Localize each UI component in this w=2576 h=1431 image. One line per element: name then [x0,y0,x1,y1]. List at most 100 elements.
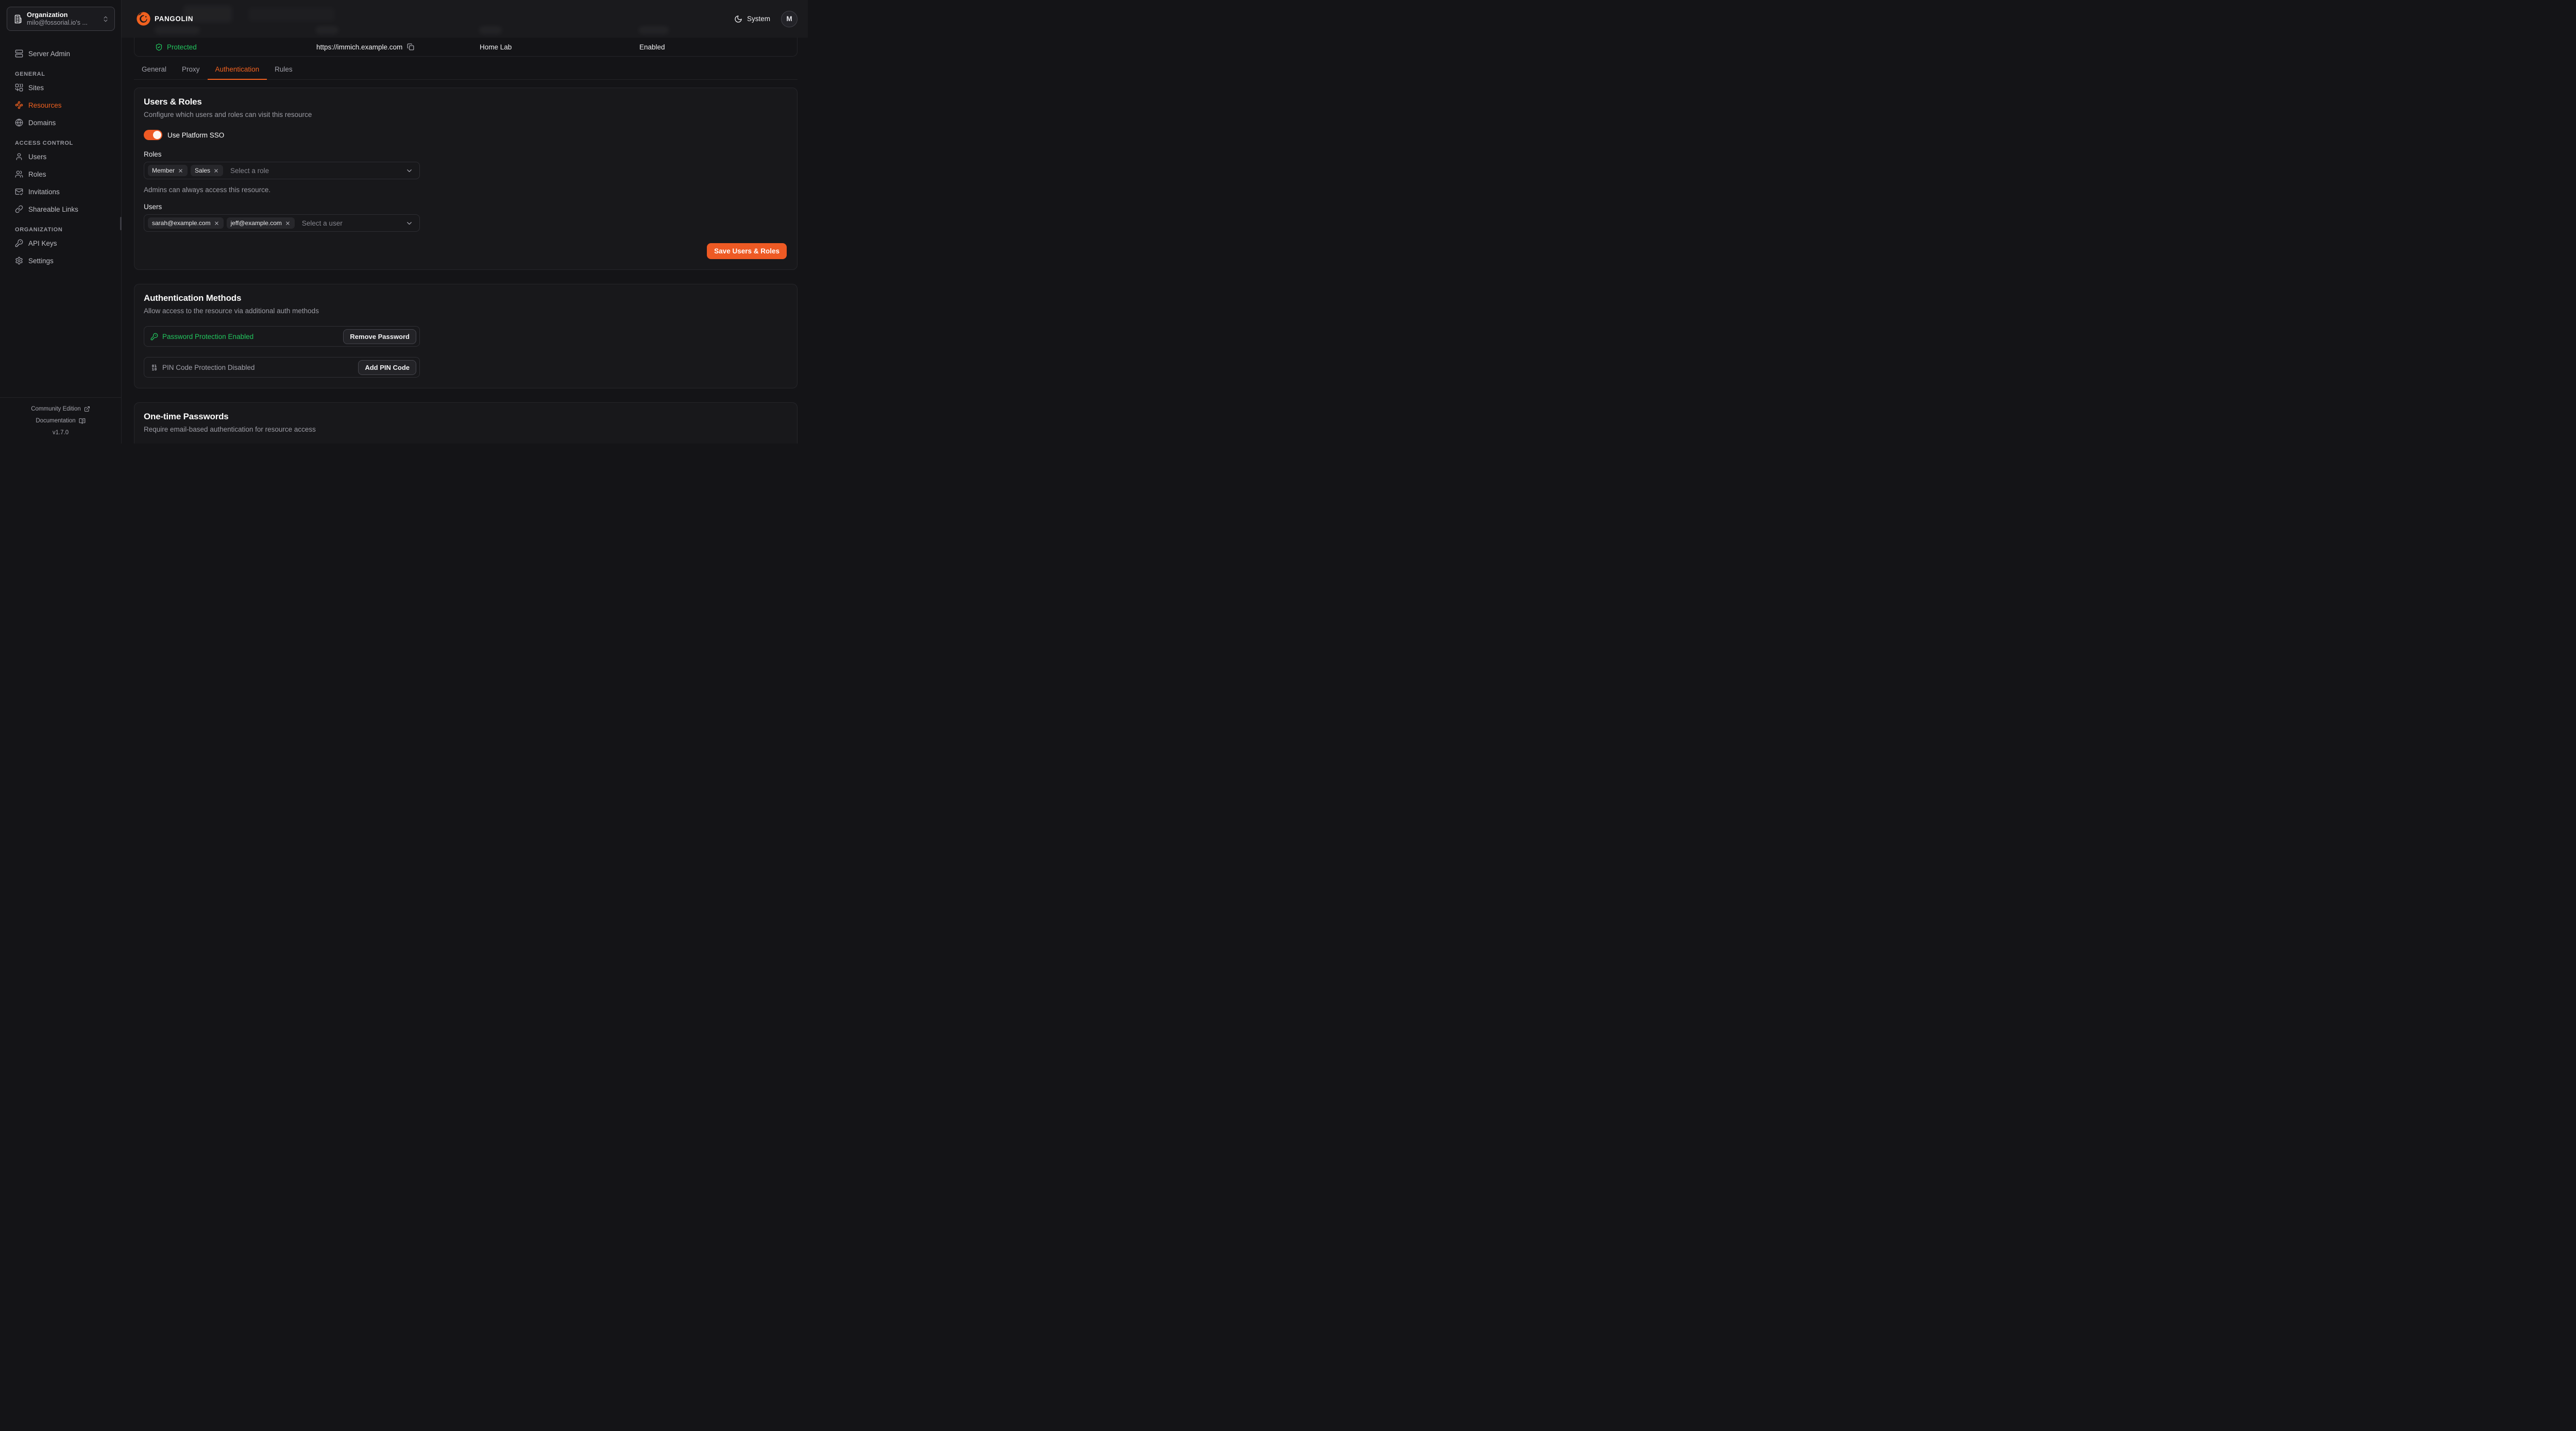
roles-multiselect[interactable]: Member Sales Select a role [144,162,420,179]
sidebar-item-server-admin[interactable]: Server Admin [7,45,114,62]
sso-toggle-label: Use Platform SSO [167,131,224,139]
sidebar-item-settings[interactable]: Settings [7,252,114,269]
link-icon [15,205,23,213]
sidebar-item-api-keys[interactable]: API Keys [7,234,114,252]
book-open-icon [79,418,86,424]
tab-content: Users & Roles Configure which users and … [122,80,808,444]
org-switcher-text: Organization milo@fossorial.io's ... [27,11,97,27]
sidebar-section-general: GENERAL [7,70,114,79]
sidebar-item-label: Domains [28,119,56,127]
platform-sso-toggle[interactable] [144,130,162,140]
tab-general[interactable]: General [134,57,174,80]
server-icon [15,49,23,58]
theme-toggle-button[interactable]: System [734,15,770,23]
external-link-icon [84,406,90,412]
card-title: Authentication Methods [144,293,787,303]
add-pin-code-button[interactable]: Add PIN Code [358,360,416,375]
binary-icon [150,364,158,371]
save-users-roles-button[interactable]: Save Users & Roles [707,243,787,259]
password-status-text: Password Protection Enabled [162,333,253,340]
resource-protection-status: Protected [134,38,296,56]
remove-password-button[interactable]: Remove Password [343,329,416,344]
tab-authentication[interactable]: Authentication [208,57,267,80]
documentation-label: Documentation [36,415,75,427]
resource-site: Home Lab [459,38,619,56]
shield-check-icon [155,43,163,51]
redacted-label-blur [639,27,669,33]
sidebar-nav: Server Admin GENERAL Sites Resources Dom… [0,38,121,397]
remove-chip-icon[interactable] [214,220,219,226]
pin-protection-row: PIN Code Protection Disabled Add PIN Cod… [144,357,420,378]
sidebar-item-domains[interactable]: Domains [7,114,114,131]
combine-icon [15,83,23,92]
user-chip: jeff@example.com [227,217,295,229]
card-title: Users & Roles [144,97,787,107]
chevron-down-icon [405,167,413,175]
users-roles-card: Users & Roles Configure which users and … [134,88,798,270]
sidebar-item-users[interactable]: Users [7,148,114,165]
avatar-initial: M [786,15,792,23]
protection-status-text: Protected [167,43,197,51]
redacted-label-blur [155,27,200,33]
card-title: One-time Passwords [144,412,787,422]
community-edition-link[interactable]: Community Edition [31,403,90,415]
avatar[interactable]: M [781,11,798,27]
sidebar-item-shareable-links[interactable]: Shareable Links [7,200,114,218]
tab-proxy[interactable]: Proxy [174,57,208,80]
remove-chip-icon[interactable] [285,220,291,226]
documentation-link[interactable]: Documentation [36,415,85,427]
gear-icon [15,257,23,265]
card-subtitle: Allow access to the resource via additio… [144,307,787,315]
sidebar-item-label: Invitations [28,188,60,196]
sidebar: Organization milo@fossorial.io's ... Ser… [0,0,122,444]
resource-enabled-status: Enabled [619,38,797,56]
sidebar-item-label: Sites [28,84,44,92]
role-chip-label: Sales [195,167,210,174]
resource-url: https://immich.example.com [296,38,459,56]
sidebar-item-invitations[interactable]: Invitations [7,183,114,200]
sidebar-section-organization: ORGANIZATION [7,225,114,234]
sidebar-item-label: Shareable Links [28,206,78,213]
role-chip: Member [148,165,188,176]
chevrons-up-down-icon [102,15,109,23]
tab-rules[interactable]: Rules [267,57,300,80]
role-chip-label: Member [152,167,175,174]
redacted-label-blur [316,27,338,33]
topbar: PANGOLIN System M [122,0,808,38]
sidebar-item-label: Users [28,153,46,161]
user-chip: sarah@example.com [148,217,224,229]
roles-placeholder: Select a role [230,167,269,175]
sidebar-item-label: Server Admin [28,50,70,58]
sidebar-item-label: Settings [28,257,54,265]
card-subtitle: Configure which users and roles can visi… [144,111,787,118]
globe-icon [15,118,23,127]
org-switcher[interactable]: Organization milo@fossorial.io's ... [7,7,115,31]
resource-meta-bar: Protected https://immich.example.com Hom… [134,38,798,57]
remove-chip-icon[interactable] [213,168,219,174]
one-time-passwords-card: One-time Passwords Require email-based a… [134,402,798,444]
sidebar-item-sites[interactable]: Sites [7,79,114,96]
copy-icon [407,43,414,50]
redacted-title-blur [183,5,232,23]
user-chip-label: jeff@example.com [231,219,282,227]
sidebar-item-resources[interactable]: Resources [7,96,114,114]
resource-enabled-text: Enabled [639,43,665,51]
redacted-label-blur [479,27,502,33]
password-protection-row: Password Protection Enabled Remove Passw… [144,326,420,347]
moon-icon [734,15,742,23]
card-actions: Save Users & Roles [144,243,787,259]
org-switcher-value: milo@fossorial.io's ... [27,19,97,27]
sidebar-resize-handle[interactable] [120,217,122,230]
user-chip-label: sarah@example.com [152,219,211,227]
sidebar-item-label: Roles [28,171,46,178]
remove-chip-icon[interactable] [178,168,183,174]
sidebar-item-roles[interactable]: Roles [7,165,114,183]
role-chip: Sales [191,165,223,176]
resource-tabs: General Proxy Authentication Rules [134,57,798,80]
theme-toggle-label: System [747,15,770,23]
copy-url-button[interactable] [407,43,414,50]
sidebar-item-label: API Keys [28,240,57,247]
password-protection-status: Password Protection Enabled [150,333,253,340]
users-multiselect[interactable]: sarah@example.com jeff@example.com Selec… [144,214,420,232]
sidebar-footer: Community Edition Documentation v1.7.0 [0,397,121,444]
